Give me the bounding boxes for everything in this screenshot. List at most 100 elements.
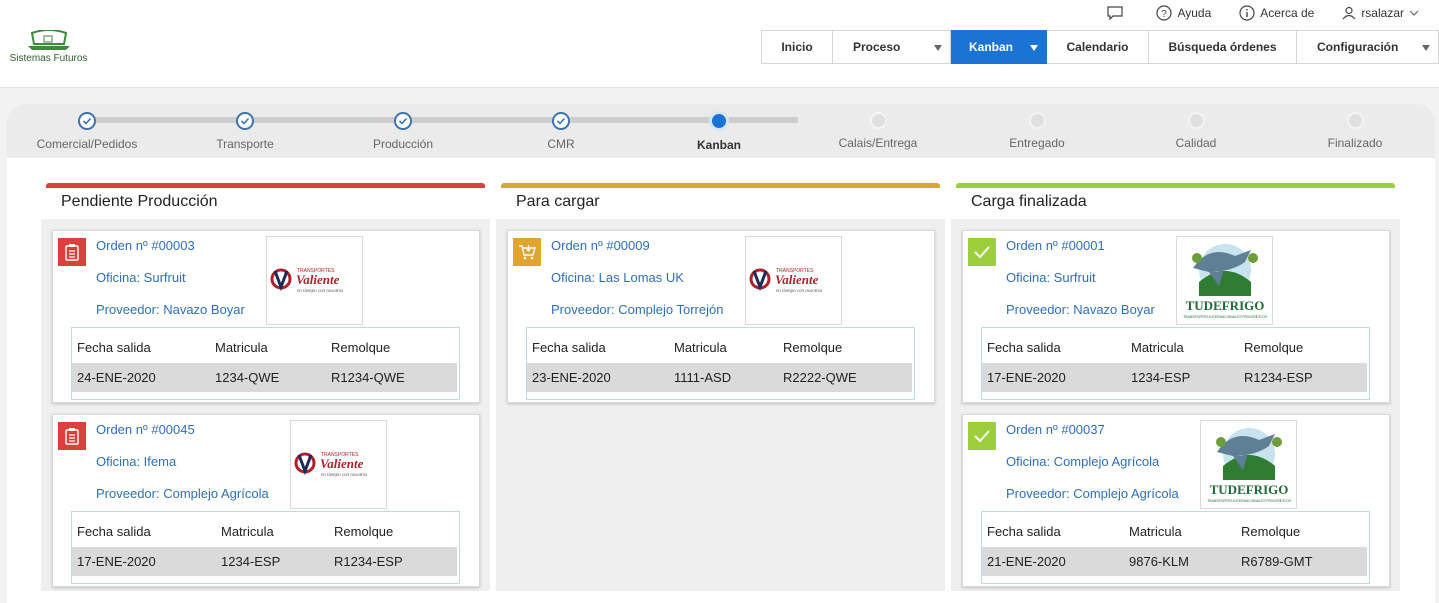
step-cmr[interactable]: CMR <box>481 104 641 151</box>
plate-value: 1111-ASD <box>674 370 732 385</box>
plate-value: 1234-ESP <box>221 554 281 569</box>
order-number-link[interactable]: Orden nº #00009 <box>551 238 650 253</box>
logo-tag-text: TRANSPORTES INTERNACIONALES FRIGORÍFICOS <box>1207 499 1292 503</box>
order-number-link[interactable]: Orden nº #00045 <box>96 422 195 437</box>
nav-inicio[interactable]: Inicio <box>761 30 833 64</box>
nav-proceso[interactable]: Proceso <box>833 30 951 64</box>
order-card[interactable]: Orden nº #00001 Oficina: Surfruit Provee… <box>962 230 1390 403</box>
plate-value: 9876-KLM <box>1129 554 1189 569</box>
provider-text: Proveedor: Navazo Boyar <box>1006 302 1155 317</box>
current-step-dot <box>709 111 729 131</box>
date-value: 21-ENE-2020 <box>987 554 1066 569</box>
provider-text: Proveedor: Navazo Boyar <box>96 302 245 317</box>
header-fecha-salida: Fecha salida <box>532 340 606 355</box>
chat-button[interactable] <box>1107 6 1128 20</box>
step-finalizado[interactable]: Finalizado <box>1275 104 1435 150</box>
carrier-logo-tudefrigo: TUDEFRIGO TRANSPORTES INTERNACIONALES FR… <box>1200 420 1297 509</box>
about-link[interactable]: Acerca de <box>1239 5 1314 21</box>
trailer-value: R2222-QWE <box>783 370 857 385</box>
header-matricula: Matricula <box>674 340 727 355</box>
date-value: 24-ENE-2020 <box>77 370 156 385</box>
user-menu[interactable]: rsalazar <box>1342 6 1419 20</box>
laptop-logo-icon <box>27 30 70 50</box>
nav-calendario[interactable]: Calendario <box>1047 30 1149 64</box>
table-row: 17-ENE-2020 1234-ESP R1234-ESP <box>72 547 457 576</box>
step-produccion[interactable]: Producción <box>323 104 483 151</box>
column-body: Orden nº #00009 Oficina: Las Lomas UK Pr… <box>496 219 945 591</box>
table-row: 21-ENE-2020 9876-KLM R6789-GMT <box>982 547 1367 576</box>
step-label: CMR <box>547 137 575 151</box>
nav-configuracion[interactable]: Configuración <box>1297 30 1439 64</box>
brand-name: Sistemas Futuros <box>9 53 88 64</box>
column-carga-finalizada: Carga finalizada <box>956 183 1395 218</box>
table-header: Fecha salida Matricula Remolque <box>527 333 914 362</box>
date-value: 17-ENE-2020 <box>987 370 1066 385</box>
process-stepper: Comercial/Pedidos Transporte Producción … <box>7 104 1435 158</box>
step-comercial-pedidos[interactable]: Comercial/Pedidos <box>7 104 167 151</box>
caret-down-icon <box>1422 45 1430 51</box>
check-icon <box>968 238 996 266</box>
check-icon <box>552 112 570 130</box>
brand-logo[interactable]: Sistemas Futuros <box>6 30 91 70</box>
step-label: Comercial/Pedidos <box>36 137 138 151</box>
step-entregado[interactable]: Entregado <box>957 104 1117 150</box>
order-card[interactable]: Orden nº #00037 Oficina: Complejo Agríco… <box>962 414 1390 587</box>
nav-busqueda-ordenes[interactable]: Búsqueda órdenes <box>1149 30 1297 64</box>
pending-step-dot <box>1187 112 1205 129</box>
step-transporte[interactable]: Transporte <box>165 104 325 151</box>
table-row: 17-ENE-2020 1234-ESP R1234-ESP <box>982 363 1367 392</box>
header-matricula: Matricula <box>1131 340 1184 355</box>
order-card[interactable]: Orden nº #00003 Oficina: Surfruit Provee… <box>52 230 480 403</box>
order-number-link[interactable]: Orden nº #00003 <box>96 238 195 253</box>
office-text: Oficina: Surfruit <box>1006 270 1096 285</box>
logo-main-text: TUDEFRIGO <box>1185 298 1264 313</box>
header-remolque: Remolque <box>334 524 394 539</box>
shipment-table: Fecha salida Matricula Remolque 21-ENE-2… <box>981 511 1370 584</box>
check-icon <box>968 422 996 450</box>
pending-step-dot <box>869 112 887 129</box>
help-label: Ayuda <box>1177 6 1212 20</box>
logo-tag-text: TRANSPORTES INTERNACIONALES FRIGORÍFICOS <box>1183 315 1268 319</box>
office-text: Oficina: Surfruit <box>96 270 186 285</box>
provider-text: Proveedor: Complejo Agrícola <box>96 486 269 501</box>
nav-kanban[interactable]: Kanban <box>951 30 1047 64</box>
plate-value: 1234-QWE <box>215 370 280 385</box>
header-matricula: Matricula <box>221 524 274 539</box>
caret-down-icon <box>1030 45 1038 51</box>
trailer-value: R1234-ESP <box>334 554 403 569</box>
shipment-table: Fecha salida Matricula Remolque 24-ENE-2… <box>71 327 460 400</box>
header-fecha-salida: Fecha salida <box>987 340 1061 355</box>
header-matricula: Matricula <box>1129 524 1182 539</box>
help-link[interactable]: ? Ayuda <box>1156 5 1211 21</box>
step-label: Finalizado <box>1327 136 1383 150</box>
pending-step-dot <box>1346 112 1364 129</box>
logo-main-text: Valiente <box>320 456 364 471</box>
nav-label: Configuración <box>1317 40 1399 54</box>
nav-label: Calendario <box>1066 40 1129 54</box>
shipment-table: Fecha salida Matricula Remolque 17-ENE-2… <box>71 511 460 584</box>
kanban-board: Pendiente Producción Orden nº #00003 Ofi… <box>7 158 1435 603</box>
step-calidad[interactable]: Calidad <box>1116 104 1276 150</box>
nav-label: Inicio <box>781 40 813 54</box>
order-card[interactable]: Orden nº #00009 Oficina: Las Lomas UK Pr… <box>507 230 935 403</box>
pending-step-dot <box>1028 112 1046 129</box>
help-icon: ? <box>1156 5 1173 21</box>
step-label: Entregado <box>1009 136 1065 150</box>
order-card[interactable]: Orden nº #00045 Oficina: Ifema Proveedor… <box>52 414 480 587</box>
trailer-value: R1234-QWE <box>331 370 405 385</box>
nav-label: Proceso <box>853 40 901 54</box>
header-remolque: Remolque <box>331 340 391 355</box>
office-text: Oficina: Las Lomas UK <box>551 270 684 285</box>
table-row: 23-ENE-2020 1111-ASD R2222-QWE <box>527 363 912 392</box>
plate-value: 1234-ESP <box>1131 370 1191 385</box>
order-number-link[interactable]: Orden nº #00037 <box>1006 422 1105 437</box>
step-kanban[interactable]: Kanban <box>639 104 799 152</box>
logo-tag-text: en tiempo con nosotros <box>297 289 343 294</box>
header-matricula: Matricula <box>215 340 268 355</box>
step-calais-entrega[interactable]: Calais/Entrega <box>798 104 958 150</box>
header-fecha-salida: Fecha salida <box>987 524 1061 539</box>
step-label: Producción <box>372 137 434 151</box>
trailer-value: R6789-GMT <box>1241 554 1313 569</box>
logo-main-text: TUDEFRIGO <box>1209 482 1288 497</box>
order-number-link[interactable]: Orden nº #00001 <box>1006 238 1105 253</box>
